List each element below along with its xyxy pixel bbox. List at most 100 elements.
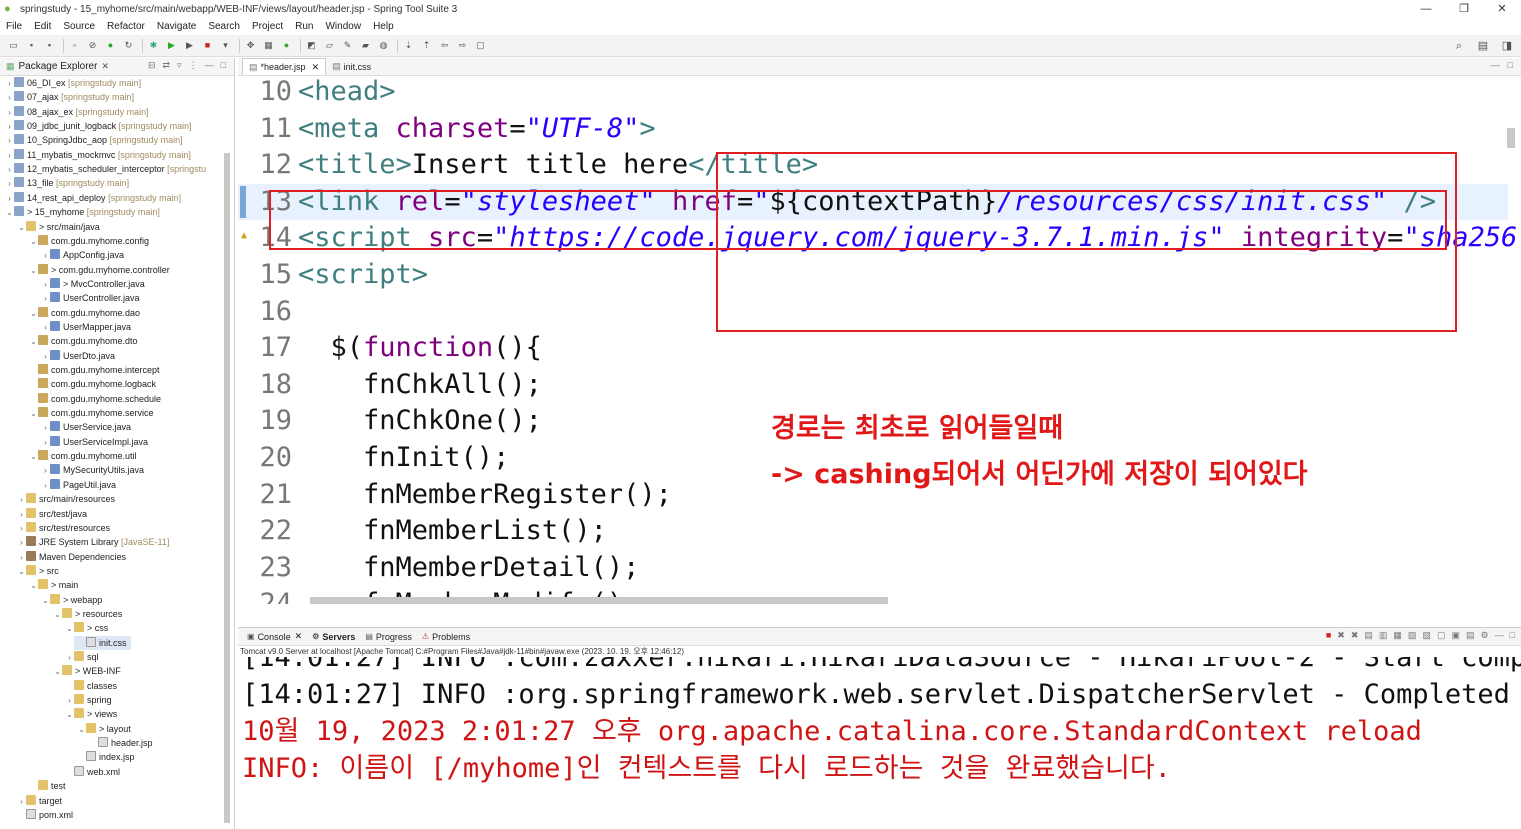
new-class-icon[interactable]: ●: [279, 39, 294, 52]
expand-arrow-icon[interactable]: ⌄: [29, 579, 38, 593]
collapse-arrow-icon[interactable]: ›: [17, 522, 26, 536]
collapse-arrow-icon[interactable]: ›: [17, 551, 26, 565]
expand-arrow-icon[interactable]: ⌄: [29, 264, 38, 278]
refresh-icon[interactable]: ↻: [121, 39, 136, 52]
tree-item[interactable]: › sql: [0, 650, 99, 664]
tree-item[interactable]: › 07_ajax [springstudy main]: [0, 90, 134, 104]
word-wrap-icon[interactable]: ▦: [1393, 630, 1402, 641]
collapse-arrow-icon[interactable]: ›: [41, 278, 50, 292]
skip-breakpoints-icon[interactable]: ⊘: [85, 39, 100, 52]
expand-arrow-icon[interactable]: ⌄: [53, 665, 62, 679]
tree-item[interactable]: › 08_ajax_ex [springstudy main]: [0, 105, 149, 119]
menu-help[interactable]: Help: [367, 21, 400, 32]
remove-all-icon[interactable]: ✖: [1351, 630, 1359, 641]
menu-edit[interactable]: Edit: [28, 21, 57, 32]
close-icon[interactable]: ✕: [101, 61, 109, 72]
new-package-icon[interactable]: ▦: [261, 39, 276, 52]
coverage-icon[interactable]: ▾: [218, 39, 233, 52]
editor-vertical-scrollbar[interactable]: [1505, 98, 1517, 604]
collapse-arrow-icon[interactable]: ›: [41, 479, 50, 493]
collapse-arrow-icon[interactable]: ›: [5, 177, 14, 191]
menu-window[interactable]: Window: [319, 21, 367, 32]
collapse-arrow-icon[interactable]: ›: [5, 192, 14, 206]
tab-console[interactable]: ▣ Console ✕: [242, 631, 307, 642]
tree-item[interactable]: › src/test/resources: [0, 521, 110, 535]
tree-item[interactable]: ⌄ com.gdu.myhome.dao: [0, 306, 140, 320]
close-icon[interactable]: ✕: [295, 631, 303, 642]
maximize-view-icon[interactable]: □: [1508, 60, 1513, 70]
tree-item[interactable]: › src/main/resources: [0, 492, 115, 506]
menu-search[interactable]: Search: [202, 21, 246, 32]
tree-item[interactable]: › UserServiceImpl.java: [0, 435, 148, 449]
expand-arrow-icon[interactable]: ⌄: [77, 723, 86, 737]
tree-item[interactable]: › src/test/java: [0, 507, 87, 521]
tree-item[interactable]: › MySecurityUtils.java: [0, 463, 144, 477]
show-on-stdout-icon[interactable]: ▧: [1408, 630, 1417, 641]
collapse-arrow-icon[interactable]: ›: [41, 436, 50, 450]
collapse-arrow-icon[interactable]: ›: [41, 421, 50, 435]
prev-annotation-icon[interactable]: ⇡: [419, 39, 434, 52]
tree-item[interactable]: ⌄ > resources: [0, 607, 122, 621]
menu-navigate[interactable]: Navigate: [151, 21, 202, 32]
display-console-icon[interactable]: ▣: [1451, 630, 1460, 641]
tree-item[interactable]: › spring: [0, 693, 112, 707]
menu-run[interactable]: Run: [289, 21, 319, 32]
tree-item[interactable]: classes: [0, 679, 117, 693]
tree-item[interactable]: › AppConfig.java: [0, 248, 124, 262]
expand-arrow-icon[interactable]: ⌄: [65, 708, 74, 722]
close-icon[interactable]: ✕: [312, 62, 320, 73]
collapse-arrow-icon[interactable]: ›: [17, 536, 26, 550]
code-area[interactable]: 24 fnMemberModify();23 fnMemberDetail();…: [238, 76, 1521, 604]
new-java-project-icon[interactable]: ✥: [243, 39, 258, 52]
menu-refactor[interactable]: Refactor: [101, 21, 151, 32]
tree-item[interactable]: › > MvcController.java: [0, 277, 145, 291]
print-icon[interactable]: ▫: [67, 39, 82, 52]
remove-launch-icon[interactable]: ✖: [1337, 630, 1345, 641]
tree-item[interactable]: › 06_DI_ex [springstudy main]: [0, 76, 141, 90]
run-external-icon[interactable]: ▶: [182, 39, 197, 52]
expand-arrow-icon[interactable]: ⌄: [29, 450, 38, 464]
minimize-button[interactable]: —: [1407, 0, 1445, 18]
run-icon[interactable]: ▶: [164, 39, 179, 52]
console-output[interactable]: [14:01:27] INFO :com.zaxxer.hikari.Hikar…: [238, 657, 1521, 827]
collapse-arrow-icon[interactable]: ›: [65, 651, 74, 665]
tree-item[interactable]: com.gdu.myhome.schedule: [0, 392, 161, 406]
pin-console-icon[interactable]: ▢: [1437, 630, 1446, 641]
open-console-icon[interactable]: ▤: [1466, 630, 1475, 641]
maximize-view-icon[interactable]: □: [221, 60, 226, 71]
scroll-thumb[interactable]: [1507, 128, 1515, 148]
tree-item[interactable]: ⌄ com.gdu.myhome.service: [0, 406, 154, 420]
tree-item[interactable]: init.css: [74, 635, 131, 650]
tree-item[interactable]: com.gdu.myhome.intercept: [0, 363, 160, 377]
tree-item[interactable]: › 14_rest_api_deploy [springstudy main]: [0, 191, 181, 205]
globe-icon[interactable]: ◍: [376, 39, 391, 52]
expand-arrow-icon[interactable]: ⌄: [65, 622, 74, 636]
minimize-view-icon[interactable]: —: [1491, 60, 1500, 70]
collapse-arrow-icon[interactable]: ›: [17, 493, 26, 507]
restore-button[interactable]: ❐: [1445, 0, 1483, 18]
terminate-icon[interactable]: ■: [1326, 630, 1331, 641]
tree-item[interactable]: › 10_SpringJdbc_aop [springstudy main]: [0, 133, 183, 147]
save-all-icon[interactable]: ▪: [42, 39, 57, 52]
expand-arrow-icon[interactable]: ⌄: [17, 565, 26, 579]
tree-item[interactable]: › 09_jdbc_junit_logback [springstudy main…: [0, 119, 192, 133]
tree-item[interactable]: ⌄ com.gdu.myhome.config: [0, 234, 149, 248]
collapse-arrow-icon[interactable]: ›: [5, 134, 14, 148]
tree-item[interactable]: header.jsp: [0, 736, 153, 750]
collapse-arrow-icon[interactable]: ›: [41, 350, 50, 364]
menu-source[interactable]: Source: [57, 21, 101, 32]
tree-item[interactable]: ⌄ com.gdu.myhome.dto: [0, 334, 138, 348]
filter-icon[interactable]: ▿: [177, 60, 182, 71]
minimize-view-icon[interactable]: —: [1495, 630, 1504, 641]
expand-arrow-icon[interactable]: ⌄: [5, 206, 14, 220]
tree-item[interactable]: ⌄ > main: [0, 578, 78, 592]
expand-arrow-icon[interactable]: ⌄: [41, 594, 50, 608]
tree-item[interactable]: ⌄ > css: [0, 621, 108, 635]
expand-arrow-icon[interactable]: ⌄: [17, 221, 26, 235]
expand-arrow-icon[interactable]: ⌄: [53, 608, 62, 622]
collapse-arrow-icon[interactable]: ›: [5, 163, 14, 177]
explorer-scrollbar[interactable]: [222, 78, 232, 823]
expand-arrow-icon[interactable]: ⌄: [29, 307, 38, 321]
tree-item[interactable]: › PageUtil.java: [0, 478, 116, 492]
tree-item[interactable]: › 13_file [springstudy main]: [0, 176, 129, 190]
